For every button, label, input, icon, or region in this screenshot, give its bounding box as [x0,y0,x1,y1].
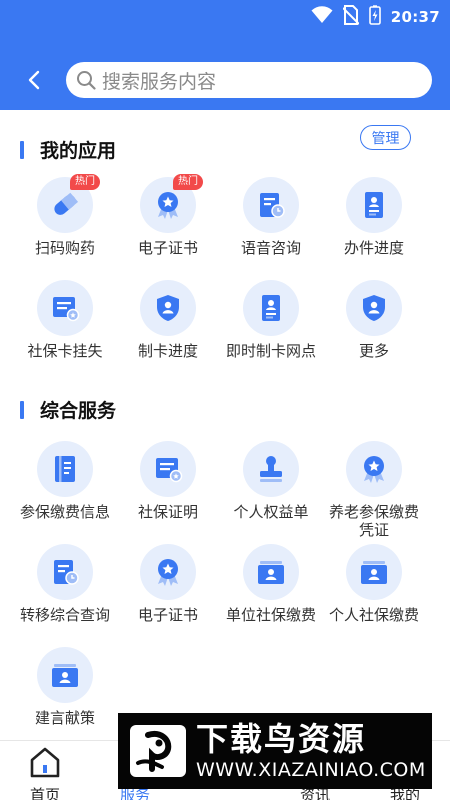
section-my-apps-header: 我的应用 [20,136,116,163]
service-item[interactable]: 更多 [321,280,427,360]
header-bar: 20:37 搜索服务内容 [0,0,450,110]
service-icon-circle [346,177,402,233]
service-item[interactable]: 转移综合查询 [12,544,118,624]
status-time: 20:37 [390,8,440,26]
service-label: 办件进度 [343,239,404,257]
service-item[interactable]: 建言献策 [12,647,118,727]
id-document-icon [358,189,390,221]
chevron-left-icon [28,70,40,90]
service-icon-circle [346,441,402,497]
service-label: 制卡进度 [137,342,198,360]
service-label: 社保卡挂失 [27,342,103,360]
medal-icon [152,556,184,588]
service-label: 更多 [358,342,389,360]
service-icon-circle [37,647,93,703]
service-icon-circle [243,441,299,497]
service-icon-circle [140,544,196,600]
service-label: 语音咨询 [240,239,301,257]
back-button[interactable] [22,66,46,94]
wifi-icon [311,6,333,28]
shield-person-icon [358,292,390,324]
service-icon-circle [346,280,402,336]
person-card-icon [255,556,287,588]
hot-badge: 热门 [70,174,100,190]
service-label: 电子证书 [137,239,198,257]
manage-button[interactable]: 管理 [360,125,411,150]
service-item[interactable]: 办件进度 [321,177,427,257]
service-icon-circle [37,544,93,600]
service-item[interactable]: 参保缴费信息 [12,441,118,521]
notebook-icon [49,453,81,485]
service-item[interactable]: 社保卡挂失 [12,280,118,360]
status-bar: 20:37 [311,4,440,30]
section-general-services-header: 综合服务 [20,396,116,423]
search-input[interactable]: 搜索服务内容 [66,62,432,98]
service-item[interactable]: 语音咨询 [218,177,324,257]
service-icon-circle [243,177,299,233]
shield-person-icon [152,292,184,324]
document-clock-icon [255,189,287,221]
service-label: 个人权益单 [233,503,309,521]
card-document-icon [152,453,184,485]
service-icon-circle: 热门 [37,174,100,233]
watermark-title: 下载鸟资源 [196,720,367,758]
service-item[interactable]: 个人社保缴费 [321,544,427,624]
service-label: 社保证明 [137,503,198,521]
person-card-icon [49,659,81,691]
no-sim-icon [342,5,360,29]
watermark-url: WWW.XIAZAINIAO.COM [196,759,426,781]
pill-icon [49,189,81,221]
service-item[interactable]: 社保证明 [115,441,221,521]
section-title: 综合服务 [40,400,117,422]
service-icon-circle [243,544,299,600]
service-item[interactable]: 热门扫码购药 [12,174,118,257]
service-label: 即时制卡网点 [225,342,316,360]
nav-label: 首页 [29,786,60,800]
service-icon-circle [243,280,299,336]
home-icon [28,745,62,783]
person-card-icon [358,556,390,588]
service-label: 个人社保缴费 [328,606,419,624]
service-item[interactable]: 单位社保缴费 [218,544,324,624]
medal-icon [152,189,184,221]
search-placeholder: 搜索服务内容 [102,70,217,93]
search-icon [77,71,96,90]
document-clock-icon [49,556,81,588]
service-item[interactable]: 养老参保缴费 凭证 [321,441,427,539]
service-item[interactable]: 即时制卡网点 [218,280,324,360]
medal-icon [358,453,390,485]
hot-badge: 热门 [173,174,203,190]
service-icon-circle [346,544,402,600]
section-marker [20,140,24,159]
service-label: 单位社保缴费 [225,606,316,624]
stamp-icon [255,453,287,485]
nav-item[interactable]: 首页 [0,741,90,800]
card-document-icon [49,292,81,324]
service-icon-circle: 热门 [140,174,203,233]
bird-logo-icon [130,725,186,777]
section-marker [20,400,24,419]
service-label: 电子证书 [137,606,198,624]
service-label: 参保缴费信息 [19,503,110,521]
service-label: 扫码购药 [34,239,95,257]
service-item[interactable]: 制卡进度 [115,280,221,360]
service-item[interactable]: 电子证书 [115,544,221,624]
service-label: 转移综合查询 [19,606,110,624]
service-icon-circle [140,280,196,336]
watermark-banner: 下载鸟资源 WWW.XIAZAINIAO.COM [118,713,432,789]
service-icon-circle [37,280,93,336]
service-label: 建言献策 [34,709,95,727]
id-document-icon [255,292,287,324]
service-icon-circle [37,441,93,497]
service-item[interactable]: 个人权益单 [218,441,324,521]
section-title: 我的应用 [40,140,117,162]
service-icon-circle [140,441,196,497]
battery-charging-icon [368,5,381,29]
service-label: 养老参保缴费 凭证 [328,503,419,539]
service-item[interactable]: 热门电子证书 [115,174,221,257]
